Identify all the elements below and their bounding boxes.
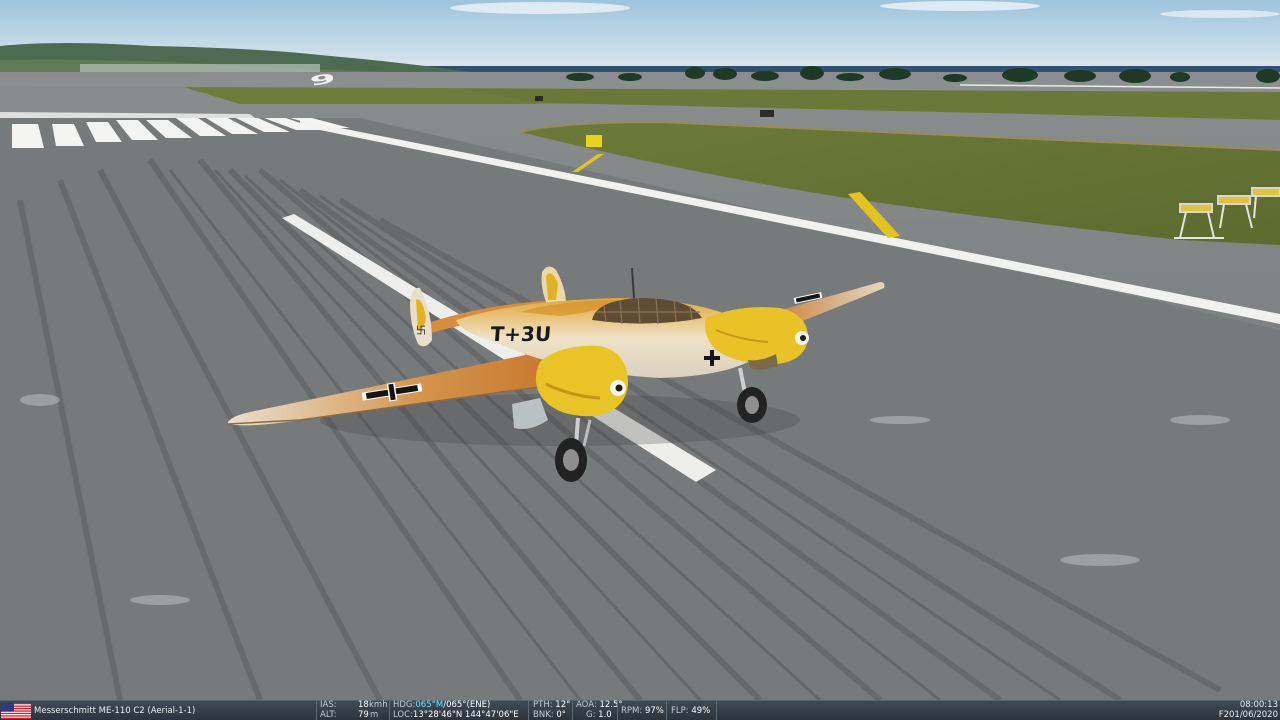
status-bar: Messerschmitt ME-110 C2 (Aerial-1-1) IAS… — [0, 700, 1280, 720]
pth-label: PTH: — [533, 700, 553, 710]
hdg-magnetic: 065°M — [415, 700, 444, 710]
separator — [617, 701, 618, 720]
heading-location-readout: HDG:065°M/065°(ENE) LOC:13°28'46"N 144°4… — [393, 700, 519, 720]
separator — [528, 701, 529, 720]
alt-unit: m — [370, 709, 379, 720]
flaps-readout: FLP: 49% — [671, 706, 710, 716]
aoa-value: 12.5° — [599, 700, 623, 710]
g-value: 1.0 — [598, 709, 612, 720]
fuselage-code: T+3U — [490, 322, 552, 346]
loc-value: 13°28'46"N 144°47'06"E — [412, 709, 519, 720]
alt-value: 79 — [358, 709, 369, 720]
aoa-g-readout: AOA: 12.5° G: 1.0 — [576, 700, 623, 720]
time-date-readout: 08:00:13 F201/06/2020 — [1218, 700, 1278, 720]
svg-text:卐: 卐 — [416, 325, 426, 337]
rpm-readout: RPM: 97% — [621, 706, 664, 716]
separator — [389, 701, 390, 720]
aircraft-name: Messerschmitt ME-110 C2 (Aerial-1-1) — [34, 706, 196, 716]
bnk-value: 0° — [556, 709, 567, 720]
ias-label: IAS: — [320, 700, 337, 710]
aoa-label: AOA: — [576, 700, 597, 710]
alt-label: ALT: — [320, 709, 337, 720]
date-value: F201/06/2020 — [1218, 709, 1278, 720]
separator — [716, 701, 717, 720]
hdg-true: /065°(ENE) — [443, 700, 491, 710]
game-scene: 9 卐 T+3U — [0, 0, 1280, 700]
rpm-value: 97% — [644, 706, 664, 716]
separator — [572, 701, 573, 720]
rpm-label: RPM: — [621, 706, 643, 716]
g-label: G: — [586, 709, 596, 720]
attitude-readout: PTH: 12° BNK: 0° — [533, 700, 571, 720]
pth-value: 12° — [555, 700, 571, 710]
usa-flag-icon — [1, 703, 31, 719]
loc-label: LOC: — [393, 709, 413, 720]
flp-label: FLP: — [671, 706, 689, 716]
speed-altitude-readout: IAS: 18 kmh ALT: 79 m — [320, 700, 388, 720]
hdg-label: HDG: — [393, 700, 416, 710]
bnk-label: BNK: — [533, 709, 554, 720]
flp-value: 49% — [691, 706, 711, 716]
separator — [666, 701, 667, 720]
separator — [316, 701, 317, 720]
